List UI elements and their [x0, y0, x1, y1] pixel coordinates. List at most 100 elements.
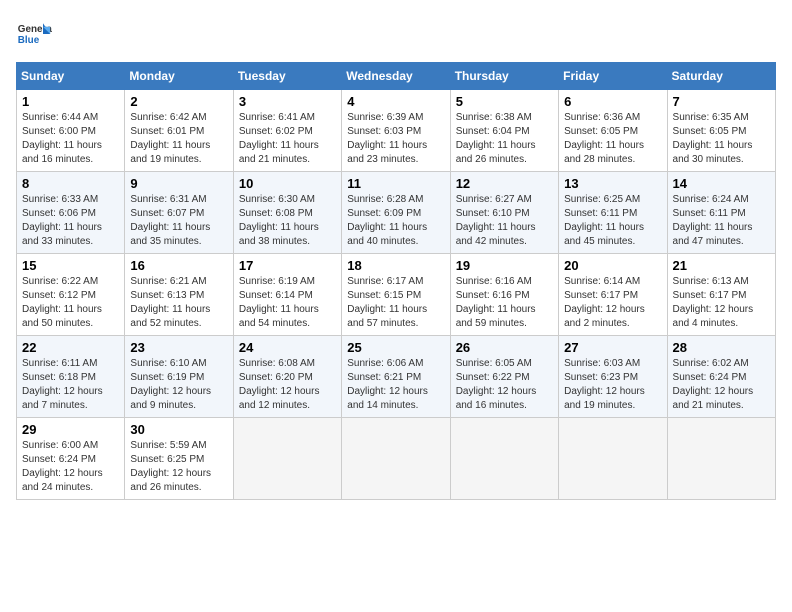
day-detail: Sunrise: 5:59 AMSunset: 6:25 PMDaylight:… [130, 439, 227, 495]
week-row-1: 1 Sunrise: 6:44 AMSunset: 6:00 PMDaylight… [17, 90, 776, 172]
calendar-cell: 23 Sunrise: 6:10 AMSunset: 6:19 PMDayligh… [125, 336, 233, 418]
day-detail: Sunrise: 6:30 AMSunset: 6:08 PMDaylight:… [239, 193, 336, 249]
day-number: 21 [673, 258, 770, 273]
day-detail: Sunrise: 6:31 AMSunset: 6:07 PMDaylight:… [130, 193, 227, 249]
calendar-cell: 9Sunrise: 6:31 AMSunset: 6:07 PMDaylight… [125, 172, 233, 254]
calendar-cell: 7Sunrise: 6:35 AMSunset: 6:05 PMDaylight… [667, 90, 775, 172]
logo-icon: General Blue [16, 16, 52, 52]
day-number: 30 [130, 422, 227, 437]
day-detail: Sunrise: 6:36 AMSunset: 6:05 PMDaylight:… [564, 111, 661, 167]
day-detail: Sunrise: 6:44 AMSunset: 6:00 PMDaylight:… [22, 111, 119, 167]
day-detail: Sunrise: 6:10 AMSunset: 6:19 PMDaylight:… [130, 357, 227, 413]
header: General Blue [16, 16, 776, 52]
day-number: 1 [22, 94, 119, 109]
col-header-friday: Friday [559, 63, 667, 90]
day-number: 10 [239, 176, 336, 191]
day-detail: Sunrise: 6:42 AMSunset: 6:01 PMDaylight:… [130, 111, 227, 167]
day-detail: Sunrise: 6:22 AMSunset: 6:12 PMDaylight:… [22, 275, 119, 331]
day-detail: Sunrise: 6:35 AMSunset: 6:05 PMDaylight:… [673, 111, 770, 167]
day-detail: Sunrise: 6:21 AMSunset: 6:13 PMDaylight:… [130, 275, 227, 331]
calendar-cell [667, 418, 775, 500]
day-number: 2 [130, 94, 227, 109]
day-detail: Sunrise: 6:14 AMSunset: 6:17 PMDaylight:… [564, 275, 661, 331]
calendar-cell: 14 Sunrise: 6:24 AMSunset: 6:11 PMDayligh… [667, 172, 775, 254]
col-header-tuesday: Tuesday [233, 63, 341, 90]
day-number: 5 [456, 94, 553, 109]
svg-text:Blue: Blue [18, 35, 40, 46]
day-number: 3 [239, 94, 336, 109]
day-number: 24 [239, 340, 336, 355]
day-number: 14 [673, 176, 770, 191]
calendar-cell: 15 Sunrise: 6:22 AMSunset: 6:12 PMDayligh… [17, 254, 125, 336]
calendar-cell: 26 Sunrise: 6:05 AMSunset: 6:22 PMDayligh… [450, 336, 558, 418]
day-number: 20 [564, 258, 661, 273]
day-number: 18 [347, 258, 444, 273]
calendar-cell: 18 Sunrise: 6:17 AMSunset: 6:15 PMDayligh… [342, 254, 450, 336]
col-header-sunday: Sunday [17, 63, 125, 90]
calendar-cell: 24 Sunrise: 6:08 AMSunset: 6:20 PMDayligh… [233, 336, 341, 418]
day-number: 19 [456, 258, 553, 273]
day-detail: Sunrise: 6:19 AMSunset: 6:14 PMDaylight:… [239, 275, 336, 331]
calendar-cell [450, 418, 558, 500]
calendar-cell: 8 Sunrise: 6:33 AMSunset: 6:06 PMDaylight… [17, 172, 125, 254]
day-number: 13 [564, 176, 661, 191]
day-detail: Sunrise: 6:08 AMSunset: 6:20 PMDaylight:… [239, 357, 336, 413]
calendar-cell: 21 Sunrise: 6:13 AMSunset: 6:17 PMDayligh… [667, 254, 775, 336]
day-detail: Sunrise: 6:17 AMSunset: 6:15 PMDaylight:… [347, 275, 444, 331]
calendar-cell: 2 Sunrise: 6:42 AMSunset: 6:01 PMDaylight… [125, 90, 233, 172]
day-number: 4 [347, 94, 444, 109]
day-number: 25 [347, 340, 444, 355]
day-number: 29 [22, 422, 119, 437]
day-detail: Sunrise: 6:24 AMSunset: 6:11 PMDaylight:… [673, 193, 770, 249]
calendar-cell [233, 418, 341, 500]
day-number: 16 [130, 258, 227, 273]
day-detail: Sunrise: 6:03 AMSunset: 6:23 PMDaylight:… [564, 357, 661, 413]
day-number: 8 [22, 176, 119, 191]
calendar-cell: 10 Sunrise: 6:30 AMSunset: 6:08 PMDayligh… [233, 172, 341, 254]
week-row-3: 15 Sunrise: 6:22 AMSunset: 6:12 PMDayligh… [17, 254, 776, 336]
calendar-cell [342, 418, 450, 500]
calendar-header-row: SundayMondayTuesdayWednesdayThursdayFrid… [17, 63, 776, 90]
calendar-cell: 1 Sunrise: 6:44 AMSunset: 6:00 PMDaylight… [17, 90, 125, 172]
calendar-cell: 6Sunrise: 6:36 AMSunset: 6:05 PMDaylight… [559, 90, 667, 172]
day-number: 15 [22, 258, 119, 273]
day-detail: Sunrise: 6:38 AMSunset: 6:04 PMDaylight:… [456, 111, 553, 167]
day-detail: Sunrise: 6:13 AMSunset: 6:17 PMDaylight:… [673, 275, 770, 331]
day-number: 28 [673, 340, 770, 355]
calendar-table: SundayMondayTuesdayWednesdayThursdayFrid… [16, 62, 776, 500]
col-header-saturday: Saturday [667, 63, 775, 90]
day-detail: Sunrise: 6:39 AMSunset: 6:03 PMDaylight:… [347, 111, 444, 167]
calendar-cell: 29 Sunrise: 6:00 AMSunset: 6:24 PMDayligh… [17, 418, 125, 500]
calendar-cell: 20 Sunrise: 6:14 AMSunset: 6:17 PMDayligh… [559, 254, 667, 336]
week-row-2: 8 Sunrise: 6:33 AMSunset: 6:06 PMDaylight… [17, 172, 776, 254]
col-header-monday: Monday [125, 63, 233, 90]
day-number: 23 [130, 340, 227, 355]
calendar-cell: 16 Sunrise: 6:21 AMSunset: 6:13 PMDayligh… [125, 254, 233, 336]
week-row-4: 22 Sunrise: 6:11 AMSunset: 6:18 PMDayligh… [17, 336, 776, 418]
day-number: 26 [456, 340, 553, 355]
day-detail: Sunrise: 6:11 AMSunset: 6:18 PMDaylight:… [22, 357, 119, 413]
day-detail: Sunrise: 6:33 AMSunset: 6:06 PMDaylight:… [22, 193, 119, 249]
calendar-cell: 17Sunrise: 6:19 AMSunset: 6:14 PMDayligh… [233, 254, 341, 336]
day-detail: Sunrise: 6:41 AMSunset: 6:02 PMDaylight:… [239, 111, 336, 167]
col-header-wednesday: Wednesday [342, 63, 450, 90]
calendar-cell: 27Sunrise: 6:03 AMSunset: 6:23 PMDayligh… [559, 336, 667, 418]
calendar-cell: 5 Sunrise: 6:38 AMSunset: 6:04 PMDaylight… [450, 90, 558, 172]
day-number: 22 [22, 340, 119, 355]
day-detail: Sunrise: 6:25 AMSunset: 6:11 PMDaylight:… [564, 193, 661, 249]
calendar-cell: 13 Sunrise: 6:25 AMSunset: 6:11 PMDayligh… [559, 172, 667, 254]
week-row-5: 29 Sunrise: 6:00 AMSunset: 6:24 PMDayligh… [17, 418, 776, 500]
calendar-cell: 22 Sunrise: 6:11 AMSunset: 6:18 PMDayligh… [17, 336, 125, 418]
calendar-cell: 28 Sunrise: 6:02 AMSunset: 6:24 PMDayligh… [667, 336, 775, 418]
calendar-cell: 3 Sunrise: 6:41 AMSunset: 6:02 PMDaylight… [233, 90, 341, 172]
calendar-cell: 19Sunrise: 6:16 AMSunset: 6:16 PMDayligh… [450, 254, 558, 336]
calendar-cell: 4 Sunrise: 6:39 AMSunset: 6:03 PMDaylight… [342, 90, 450, 172]
day-number: 12 [456, 176, 553, 191]
day-detail: Sunrise: 6:05 AMSunset: 6:22 PMDaylight:… [456, 357, 553, 413]
day-detail: Sunrise: 6:02 AMSunset: 6:24 PMDaylight:… [673, 357, 770, 413]
col-header-thursday: Thursday [450, 63, 558, 90]
calendar-cell: 25Sunrise: 6:06 AMSunset: 6:21 PMDayligh… [342, 336, 450, 418]
day-detail: Sunrise: 6:28 AMSunset: 6:09 PMDaylight:… [347, 193, 444, 249]
calendar-body: 1 Sunrise: 6:44 AMSunset: 6:00 PMDaylight… [17, 90, 776, 500]
day-detail: Sunrise: 6:00 AMSunset: 6:24 PMDaylight:… [22, 439, 119, 495]
